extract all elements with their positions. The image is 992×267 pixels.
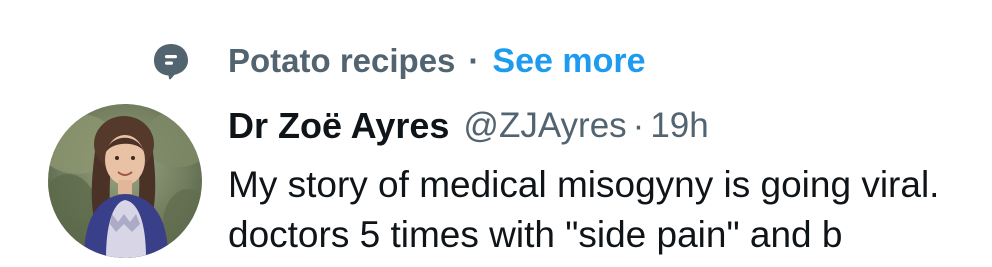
meta-separator: · bbox=[632, 106, 645, 145]
tweet-timestamp[interactable]: 19h bbox=[650, 106, 708, 146]
topic-label[interactable]: Potato recipes bbox=[228, 42, 455, 80]
tweet-text-line: doctors 5 times with "side pain" and b bbox=[228, 214, 843, 255]
topic-context-row: Potato recipes · See more bbox=[152, 36, 646, 86]
avatar[interactable] bbox=[48, 104, 202, 258]
tweet-text[interactable]: My story of medical misogyny is going vi… bbox=[228, 160, 992, 267]
topic-icon bbox=[152, 42, 190, 80]
tweet-header: Dr Zoë Ayres @ZJAyres · 19h bbox=[228, 104, 709, 148]
context-separator: · bbox=[468, 42, 480, 79]
author-display-name[interactable]: Dr Zoë Ayres bbox=[228, 105, 449, 147]
author-handle[interactable]: @ZJAyres bbox=[463, 106, 626, 146]
tweet-text-line: My story of medical misogyny is going vi… bbox=[228, 164, 940, 205]
see-more-link[interactable]: See more bbox=[492, 42, 645, 81]
